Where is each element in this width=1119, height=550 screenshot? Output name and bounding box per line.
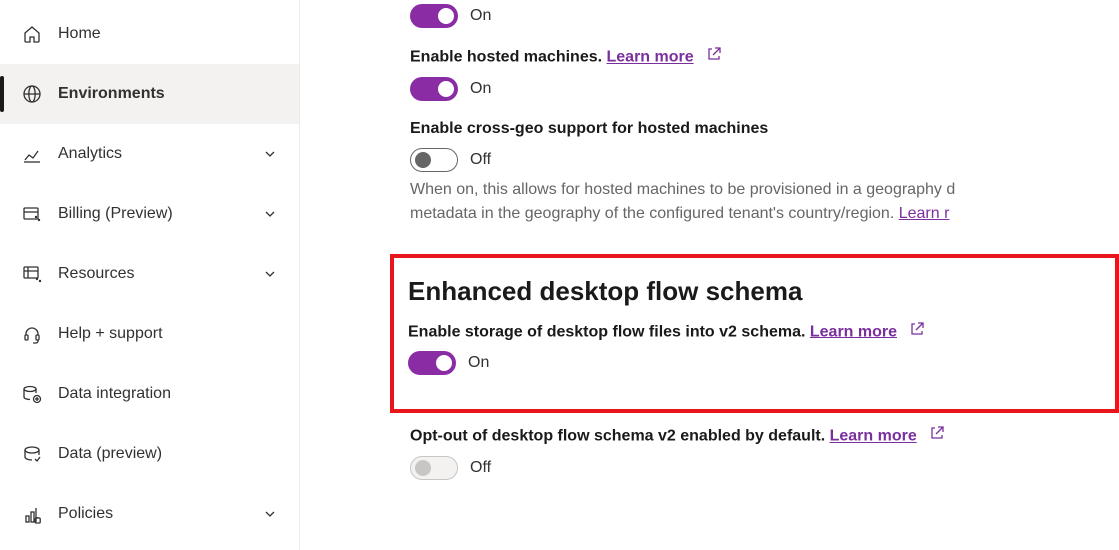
sidebar-item-policies[interactable]: Policies xyxy=(0,484,299,544)
sidebar-item-home[interactable]: Home xyxy=(0,4,299,64)
toggle-hosted-machines[interactable] xyxy=(410,77,458,101)
sidebar-item-data-integration[interactable]: Data integration xyxy=(0,364,299,424)
toggle-cross-geo[interactable] xyxy=(410,148,458,172)
main-content: On Enable hosted machines. Learn more On… xyxy=(300,0,1119,550)
external-link-icon xyxy=(706,46,722,69)
setting-cross-geo: Enable cross-geo support for hosted mach… xyxy=(410,119,1119,226)
toggle-switch[interactable] xyxy=(410,4,458,28)
chevron-down-icon xyxy=(263,147,277,161)
learn-more-link[interactable]: Learn more xyxy=(607,49,694,66)
sidebar-item-analytics[interactable]: Analytics xyxy=(0,124,299,184)
sidebar-item-billing[interactable]: Billing (Preview) xyxy=(0,184,299,244)
learn-more-link[interactable]: Learn more xyxy=(830,428,917,445)
sidebar: Home Environments Analytics Billing (Pre… xyxy=(0,0,300,550)
resources-icon xyxy=(22,264,42,284)
sidebar-item-label: Help + support xyxy=(58,325,277,343)
sidebar-item-label: Home xyxy=(58,25,277,43)
sidebar-item-data-preview[interactable]: Data (preview) xyxy=(0,424,299,484)
toggle-state-label: Off xyxy=(470,151,491,169)
data-preview-icon xyxy=(22,444,42,464)
toggle-v2-schema[interactable] xyxy=(408,351,456,375)
policies-icon xyxy=(22,504,42,524)
setting-label: Enable cross-geo support for hosted mach… xyxy=(410,119,1119,140)
sidebar-item-label: Analytics xyxy=(58,145,263,163)
chevron-down-icon xyxy=(263,207,277,221)
chevron-down-icon xyxy=(263,507,277,521)
sidebar-item-help[interactable]: Help + support xyxy=(0,304,299,364)
setting-v2-schema: Enable storage of desktop flow files int… xyxy=(408,321,1101,376)
data-integration-icon xyxy=(22,384,42,404)
headset-icon xyxy=(22,324,42,344)
setting-optout-v2: Opt-out of desktop flow schema v2 enable… xyxy=(410,425,1119,480)
learn-more-link[interactable]: Learn r xyxy=(899,205,950,222)
setting-hosted-machines: Enable hosted machines. Learn more On xyxy=(410,46,1119,101)
sidebar-item-environments[interactable]: Environments xyxy=(0,64,299,124)
external-link-icon xyxy=(909,321,925,344)
home-icon xyxy=(22,24,42,44)
sidebar-item-label: Data integration xyxy=(58,385,277,403)
sidebar-item-label: Resources xyxy=(58,265,263,283)
toggle-state-label: Off xyxy=(470,459,491,477)
external-link-icon xyxy=(929,425,945,448)
setting-row: On xyxy=(410,4,1119,28)
billing-icon xyxy=(22,204,42,224)
setting-label: Opt-out of desktop flow schema v2 enable… xyxy=(410,425,1119,448)
setting-description: When on, this allows for hosted machines… xyxy=(410,178,1119,226)
toggle-state-label: On xyxy=(470,7,491,25)
toggle-optout-v2 xyxy=(410,456,458,480)
learn-more-link[interactable]: Learn more xyxy=(810,323,897,340)
analytics-icon xyxy=(22,144,42,164)
toggle-state-label: On xyxy=(470,80,491,98)
sidebar-item-label: Billing (Preview) xyxy=(58,205,263,223)
sidebar-item-resources[interactable]: Resources xyxy=(0,244,299,304)
sidebar-item-label: Environments xyxy=(58,85,277,103)
section-title: Enhanced desktop flow schema xyxy=(408,276,1101,307)
setting-label: Enable storage of desktop flow files int… xyxy=(408,321,1101,344)
sidebar-item-label: Policies xyxy=(58,505,263,523)
highlighted-section: Enhanced desktop flow schema Enable stor… xyxy=(390,254,1119,414)
globe-icon xyxy=(22,84,42,104)
chevron-down-icon xyxy=(263,267,277,281)
setting-label: Enable hosted machines. Learn more xyxy=(410,46,1119,69)
sidebar-item-label: Data (preview) xyxy=(58,445,277,463)
toggle-state-label: On xyxy=(468,354,489,372)
